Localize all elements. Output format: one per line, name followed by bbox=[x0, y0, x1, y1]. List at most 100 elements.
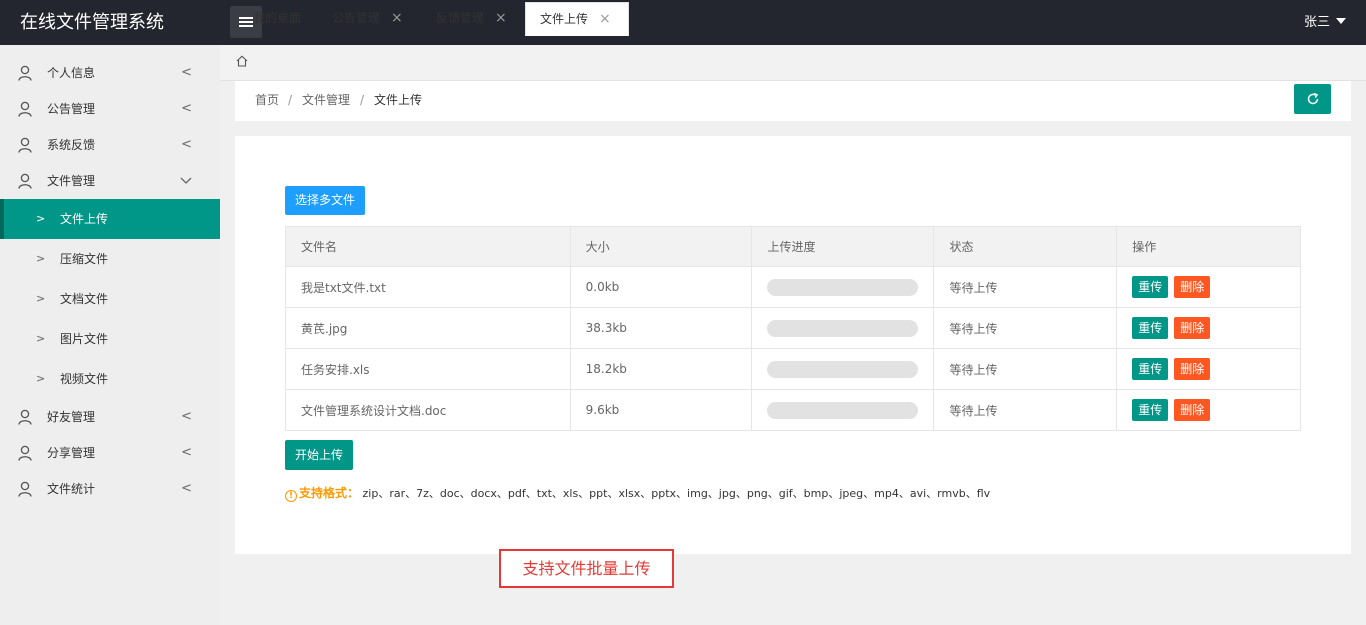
sidebar-item-files[interactable]: 文件管理 bbox=[0, 163, 220, 199]
sidebar-subitem-images[interactable]: > 图片文件 bbox=[0, 319, 220, 359]
chevron-right-icon: > bbox=[36, 372, 46, 385]
progress-cell bbox=[751, 389, 935, 431]
delete-button[interactable]: 删除 bbox=[1174, 276, 1211, 298]
delete-button[interactable]: 删除 bbox=[1174, 399, 1211, 421]
file-size: 0.0kb bbox=[569, 266, 753, 308]
sidebar-item-label: 好友管理 bbox=[47, 410, 96, 424]
user-icon bbox=[18, 101, 32, 117]
file-size: 18.2kb bbox=[569, 348, 753, 390]
file-status: 等待上传 bbox=[933, 389, 1118, 431]
sidebar-item-profile[interactable]: 个人信息 < bbox=[0, 55, 220, 91]
progress-bar bbox=[767, 360, 919, 378]
sidebar-item-label: 个人信息 bbox=[47, 66, 96, 80]
user-icon bbox=[18, 173, 32, 189]
reupload-button[interactable]: 重传 bbox=[1132, 276, 1169, 298]
tab-label: 文件上传 bbox=[540, 12, 589, 26]
sidebar-item-announcements[interactable]: 公告管理 < bbox=[0, 91, 220, 127]
sidebar-subitem-label: 视频文件 bbox=[60, 372, 109, 386]
breadcrumb-separator: / bbox=[288, 93, 293, 107]
sidebar-subitem-label: 文件上传 bbox=[60, 212, 109, 226]
tab-desktop[interactable]: 我的桌面 bbox=[253, 2, 323, 36]
home-icon bbox=[236, 55, 248, 67]
table-header-row: 文件名 大小 上传进度 状态 操作 bbox=[285, 226, 1301, 267]
formats-list: zip、rar、7z、doc、docx、pdf、txt、xls、ppt、xlsx… bbox=[362, 487, 991, 500]
reupload-button[interactable]: 重传 bbox=[1132, 358, 1169, 380]
sidebar-subitem-label: 文档文件 bbox=[60, 292, 109, 306]
breadcrumb-files[interactable]: 文件管理 bbox=[302, 81, 350, 119]
actions-cell: 重传 删除 bbox=[1116, 348, 1301, 390]
actions-cell: 重传 删除 bbox=[1116, 266, 1301, 308]
caret-down-icon bbox=[1336, 18, 1346, 24]
file-size: 38.3kb bbox=[569, 307, 753, 349]
sidebar-subitem-videos[interactable]: > 视频文件 bbox=[0, 359, 220, 399]
progress-bar bbox=[767, 401, 919, 419]
sidebar-item-stats[interactable]: 文件统计 < bbox=[0, 471, 220, 507]
user-icon bbox=[18, 65, 32, 81]
sidebar-item-label: 公告管理 bbox=[47, 102, 96, 116]
reupload-button[interactable]: 重传 bbox=[1132, 399, 1169, 421]
refresh-button[interactable] bbox=[1294, 84, 1331, 114]
sidebar-item-feedback[interactable]: 系统反馈 < bbox=[0, 127, 220, 163]
delete-button[interactable]: 删除 bbox=[1174, 358, 1211, 380]
sidebar-item-label: 文件统计 bbox=[47, 482, 96, 496]
chevron-left-icon: < bbox=[181, 481, 192, 496]
progress-cell bbox=[751, 266, 935, 308]
sidebar-subitem-archives[interactable]: > 压缩文件 bbox=[0, 239, 220, 279]
close-icon[interactable]: × bbox=[495, 2, 507, 35]
tab-feedback[interactable]: 反馈管理 × bbox=[436, 2, 516, 36]
user-icon bbox=[18, 481, 32, 497]
header-status: 状态 bbox=[933, 226, 1118, 267]
sidebar-subitem-upload[interactable]: > 文件上传 bbox=[0, 199, 220, 239]
refresh-icon bbox=[1307, 92, 1318, 105]
user-menu[interactable]: 张三 bbox=[1304, 0, 1346, 45]
sidebar-item-label: 系统反馈 bbox=[47, 138, 96, 152]
chevron-left-icon: < bbox=[181, 101, 192, 116]
sidebar-subitem-label: 图片文件 bbox=[60, 332, 109, 346]
sidebar-item-shares[interactable]: 分享管理 < bbox=[0, 435, 220, 471]
progress-bar bbox=[767, 278, 919, 296]
file-size: 9.6kb bbox=[569, 389, 753, 431]
file-name: 我是txt文件.txt bbox=[285, 266, 571, 308]
select-files-button[interactable]: 选择多文件 bbox=[285, 186, 365, 215]
user-icon bbox=[18, 445, 32, 461]
breadcrumb-current: 文件上传 bbox=[374, 93, 423, 107]
formats-label: 支持格式： bbox=[299, 486, 360, 500]
tab-announcements[interactable]: 公告管理 × bbox=[332, 2, 412, 36]
close-icon[interactable]: × bbox=[391, 2, 403, 35]
chevron-right-icon: > bbox=[36, 292, 46, 305]
user-icon bbox=[18, 137, 32, 153]
progress-bar bbox=[767, 319, 919, 337]
table-row: 我是txt文件.txt 0.0kb 等待上传 重传 删除 bbox=[285, 266, 1301, 308]
table-row: 文件管理系统设计文档.doc 9.6kb 等待上传 重传 删除 bbox=[285, 389, 1301, 431]
tab-file-upload[interactable]: 文件上传 × bbox=[525, 2, 629, 36]
close-icon[interactable]: × bbox=[599, 3, 611, 36]
chevron-left-icon: < bbox=[181, 445, 192, 460]
file-name: 任务安排.xls bbox=[285, 348, 571, 390]
chevron-left-icon: < bbox=[181, 65, 192, 80]
actions-cell: 重传 删除 bbox=[1116, 307, 1301, 349]
table-row: 任务安排.xls 18.2kb 等待上传 重传 删除 bbox=[285, 348, 1301, 390]
file-name: 黄芪.jpg bbox=[285, 307, 571, 349]
top-header: 在线文件管理系统 张三 bbox=[0, 0, 1366, 45]
tab-label: 公告管理 bbox=[332, 11, 381, 25]
breadcrumb-home[interactable]: 首页 bbox=[255, 81, 279, 119]
delete-button[interactable]: 删除 bbox=[1174, 317, 1211, 339]
table-row: 黄芪.jpg 38.3kb 等待上传 重传 删除 bbox=[285, 307, 1301, 349]
file-status: 等待上传 bbox=[933, 348, 1118, 390]
sidebar-item-label: 文件管理 bbox=[47, 174, 96, 188]
chevron-right-icon: > bbox=[36, 252, 46, 265]
file-name: 文件管理系统设计文档.doc bbox=[285, 389, 571, 431]
hamburger-icon bbox=[239, 17, 253, 27]
supported-formats: ! 支持格式： zip、rar、7z、doc、docx、pdf、txt、xls、p… bbox=[285, 485, 990, 502]
chevron-right-icon: > bbox=[36, 212, 46, 225]
start-upload-button[interactable]: 开始上传 bbox=[285, 440, 353, 470]
sidebar-subitem-documents[interactable]: > 文档文件 bbox=[0, 279, 220, 319]
chevron-down-icon bbox=[180, 177, 192, 184]
reupload-button[interactable]: 重传 bbox=[1132, 317, 1169, 339]
user-icon bbox=[18, 409, 32, 425]
upload-table: 文件名 大小 上传进度 状态 操作 我是txt文件.txt 0.0kb 等待上传… bbox=[285, 226, 1301, 431]
tab-label: 我的桌面 bbox=[253, 11, 302, 25]
header-actions: 操作 bbox=[1116, 226, 1301, 267]
header-size: 大小 bbox=[569, 226, 753, 267]
sidebar-item-friends[interactable]: 好友管理 < bbox=[0, 399, 220, 435]
